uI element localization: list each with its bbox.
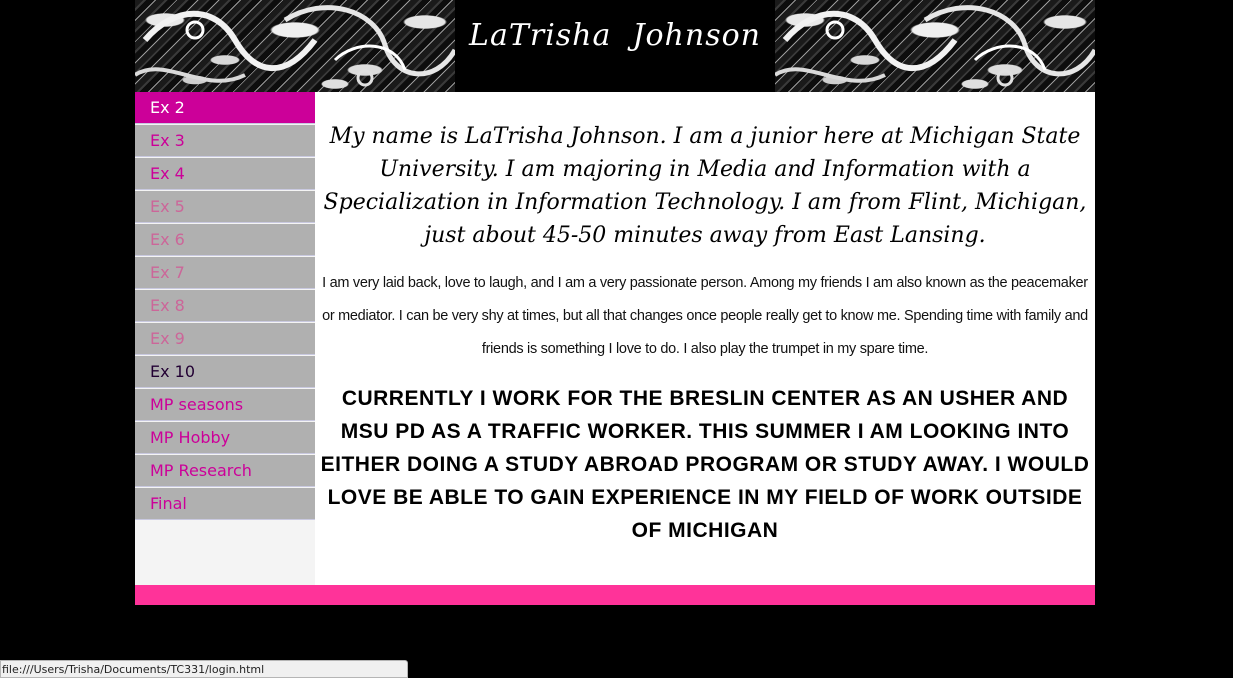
header-banner: LaTrisha Johnson bbox=[135, 0, 1095, 92]
nav-item-ex-8[interactable]: Ex 8 bbox=[135, 290, 315, 322]
site-title: LaTrisha Johnson bbox=[469, 18, 761, 53]
nav-item-ex-6[interactable]: Ex 6 bbox=[135, 224, 315, 256]
nav-item-ex-9[interactable]: Ex 9 bbox=[135, 323, 315, 355]
nav-item-mp-seasons[interactable]: MP seasons bbox=[135, 389, 315, 421]
nav-item-ex-5[interactable]: Ex 5 bbox=[135, 191, 315, 223]
work-paragraph: Currently I work for the Breslin Center … bbox=[320, 387, 1090, 542]
sidebar-nav: Ex 2 Ex 3 Ex 4 Ex 5 Ex 6 Ex 7 Ex 8 Ex 9 … bbox=[135, 92, 315, 585]
about-paragraph: I am very laid back, love to laugh, and … bbox=[322, 275, 1088, 357]
nav-item-ex-10[interactable]: Ex 10 bbox=[135, 356, 315, 388]
page-container: LaTrisha Johnson Ex 2 Ex 3 Ex 4 Ex 5 Ex … bbox=[135, 0, 1095, 605]
nav-item-mp-research[interactable]: MP Research bbox=[135, 455, 315, 487]
browser-status-bar: file:///Users/Trisha/Documents/TC331/log… bbox=[0, 660, 408, 678]
title-block: LaTrisha Johnson bbox=[455, 0, 775, 92]
damask-swirls-left bbox=[135, 5, 455, 87]
nav-item-mp-hobby[interactable]: MP Hobby bbox=[135, 422, 315, 454]
nav-item-ex-7[interactable]: Ex 7 bbox=[135, 257, 315, 289]
nav-item-ex-4[interactable]: Ex 4 bbox=[135, 158, 315, 190]
main-content: My name is LaTrisha Johnson. I am a juni… bbox=[315, 92, 1095, 585]
intro-paragraph: My name is LaTrisha Johnson. I am a juni… bbox=[323, 124, 1087, 248]
nav-item-final[interactable]: Final bbox=[135, 488, 315, 520]
nav-item-ex-2[interactable]: Ex 2 bbox=[135, 92, 315, 124]
nav-item-ex-3[interactable]: Ex 3 bbox=[135, 125, 315, 157]
damask-pattern-left bbox=[135, 0, 455, 92]
damask-swirls-right bbox=[775, 5, 1095, 87]
footer-bar bbox=[135, 585, 1095, 605]
damask-pattern-right bbox=[775, 0, 1095, 92]
